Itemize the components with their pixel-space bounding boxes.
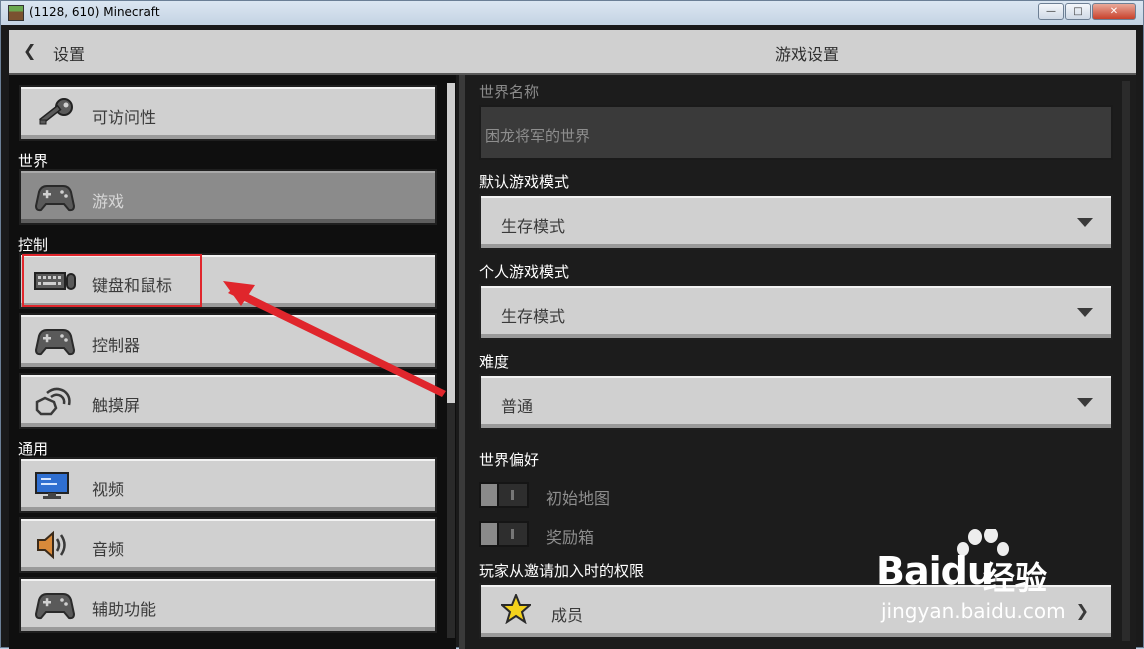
watermark-brand-cn: 经验 (983, 559, 1048, 597)
watermark-url: jingyan.baidu.com (881, 599, 1066, 623)
minecraft-window: (1128, 610) Minecraft — □ ✕ ❮ 设置 游戏设置 可访… (0, 0, 1144, 649)
watermark-brand: Baidu (876, 549, 994, 593)
